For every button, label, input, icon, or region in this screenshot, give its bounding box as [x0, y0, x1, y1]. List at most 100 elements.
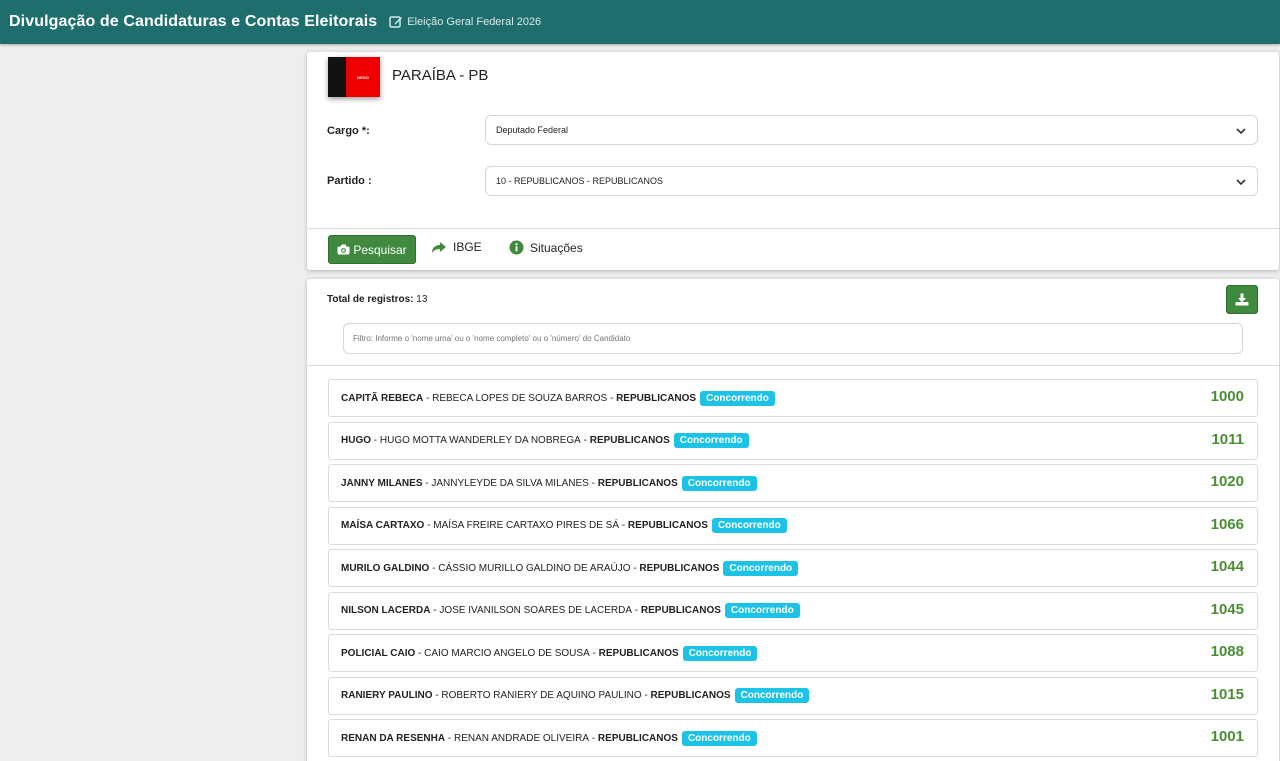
candidate-nick: RENAN DA RESENHA: [341, 732, 446, 744]
total-records: Total de registros: 13: [327, 294, 427, 305]
flag-text: NEGO: [357, 74, 369, 80]
candidate-number: 1001: [1210, 728, 1244, 745]
download-button[interactable]: [1226, 285, 1258, 314]
candidate-number: 1066: [1210, 515, 1244, 533]
edit-icon[interactable]: [389, 15, 403, 29]
ibge-link[interactable]: IBGE: [431, 240, 482, 254]
cargo-value: Deputado Federal: [496, 125, 569, 135]
candidate-nick: MURILO GALDINO: [341, 562, 430, 574]
total-label: Total de registros:: [327, 294, 414, 305]
candidate-full-name: HUGO MOTTA WANDERLEY DA NOBREGA: [379, 435, 581, 446]
separator: -: [371, 435, 380, 446]
status-badge: Concorrendo: [682, 645, 758, 661]
download-icon: [1235, 293, 1249, 306]
situacoes-link[interactable]: Situações: [509, 240, 583, 255]
status-badge: Concorrendo: [681, 475, 757, 491]
situacoes-label: Situações: [530, 240, 583, 255]
candidate-party: REPUBLICANOS: [597, 477, 678, 489]
separator: -: [432, 690, 442, 701]
separator: -: [422, 477, 432, 489]
candidate-number: 1000: [1210, 388, 1244, 405]
separator: -: [588, 477, 598, 489]
filter-input[interactable]: [343, 323, 1243, 354]
candidate-row[interactable]: NILSON LACERDA - JOSE IVANILSON SOARES D…: [328, 591, 1258, 630]
candidate-nick: NILSON LACERDA: [341, 605, 431, 616]
status-badge: Concorrendo: [711, 518, 787, 533]
separator: -: [630, 562, 640, 574]
separator: -: [589, 647, 599, 659]
status-badge: Concorrendo: [673, 433, 749, 448]
share-icon: [432, 241, 446, 253]
search-card: NEGO PARAÍBA - PB Cargo *: Deputado Fede…: [307, 52, 1279, 270]
status-badge: Concorrendo: [734, 688, 810, 703]
candidate-party: REPUBLICANOS: [616, 392, 697, 404]
state-title: PARAÍBA - PB: [392, 67, 489, 84]
candidate-nick: RANIERY PAULINO: [341, 690, 433, 701]
candidate-party: REPUBLICANOS: [589, 435, 670, 446]
candidate-party: REPUBLICANOS: [598, 647, 679, 659]
candidate-number: 1045: [1210, 600, 1244, 618]
candidate-row[interactable]: HUGO - HUGO MOTTA WANDERLEY DA NOBREGA -…: [328, 421, 1258, 460]
state-flag: NEGO: [328, 57, 380, 97]
separator: -: [641, 690, 651, 701]
candidate-nick: HUGO: [341, 435, 371, 446]
candidate-number: 1011: [1211, 430, 1244, 448]
separator: -: [619, 520, 628, 531]
candidate-party: REPUBLICANOS: [650, 690, 731, 701]
candidate-full-name: ROBERTO RANIERY DE AQUINO PAULINO: [441, 690, 642, 701]
status-badge: Concorrendo: [700, 390, 775, 406]
candidate-party: REPUBLICANOS: [640, 605, 721, 616]
divider: [307, 365, 1279, 366]
candidate-number: 1020: [1210, 473, 1244, 490]
election-name: Eleição Geral Federal 2026: [407, 16, 542, 28]
results-card: Total de registros: 13 CAPITÃ REBECA - R…: [307, 279, 1279, 761]
candidate-full-name: JANNYLEYDE DA SILVA MILANES: [431, 477, 589, 489]
candidate-party: REPUBLICANOS: [639, 562, 720, 574]
status-badge: Concorrendo: [723, 560, 799, 576]
candidate-full-name: JOSE IVANILSON SOARES DE LACERDA: [439, 605, 632, 616]
candidate-row[interactable]: JANNY MILANES - JANNYLEYDE DA SILVA MILA…: [328, 464, 1258, 502]
search-button-label: Pesquisar: [353, 242, 407, 257]
candidate-number: 1088: [1210, 643, 1244, 660]
partido-label: Partido :: [327, 175, 372, 187]
search-button[interactable]: Pesquisar: [328, 235, 416, 264]
candidate-list: CAPITÃ REBECA - REBECA LOPES DE SOUZA BA…: [328, 379, 1258, 761]
app-title: Divulgação de Candidaturas e Contas Elei…: [9, 13, 378, 30]
separator: -: [589, 732, 598, 744]
divider: [307, 228, 1279, 229]
candidate-party: REPUBLICANOS: [597, 732, 678, 744]
camera-icon: [337, 244, 350, 255]
separator: -: [424, 520, 434, 531]
candidate-row[interactable]: RANIERY PAULINO - ROBERTO RANIERY DE AQU…: [328, 676, 1258, 715]
candidate-nick: MAÍSA CARTAXO: [341, 520, 425, 531]
separator: -: [580, 435, 590, 446]
cargo-label: Cargo *:: [327, 125, 370, 137]
candidate-row[interactable]: RENAN DA RESENHA - RENAN ANDRADE OLIVEIR…: [328, 719, 1258, 757]
separator: -: [423, 392, 433, 404]
candidate-number: 1044: [1210, 558, 1244, 575]
candidate-number: 1015: [1210, 685, 1244, 703]
candidate-full-name: RENAN ANDRADE OLIVEIRA: [453, 732, 590, 744]
candidate-nick: CAPITÃ REBECA: [341, 392, 424, 404]
partido-select[interactable]: 10 - REPUBLICANOS - REPUBLICANOS: [485, 166, 1258, 196]
candidate-full-name: MAÍSA FREIRE CARTAXO PIRES DE SÁ: [433, 520, 620, 531]
candidate-nick: POLICIAL CAIO: [341, 647, 416, 659]
candidate-nick: JANNY MILANES: [341, 477, 423, 489]
separator: -: [429, 562, 439, 574]
candidate-party: REPUBLICANOS: [627, 520, 708, 531]
candidate-row[interactable]: MURILO GALDINO - CÁSSIO MURILLO GALDINO …: [328, 549, 1258, 587]
partido-value: 10 - REPUBLICANOS - REPUBLICANOS: [496, 176, 664, 186]
status-badge: Concorrendo: [724, 603, 800, 618]
candidate-full-name: CAIO MARCIO ANGELO DE SOUSA: [424, 647, 590, 659]
candidate-full-name: REBECA LOPES DE SOUZA BARROS: [432, 392, 608, 404]
candidate-row[interactable]: POLICIAL CAIO - CAIO MARCIO ANGELO DE SO…: [328, 634, 1258, 672]
candidate-row[interactable]: CAPITÃ REBECA - REBECA LOPES DE SOUZA BA…: [328, 379, 1258, 417]
separator: -: [632, 605, 641, 616]
separator: -: [415, 647, 425, 659]
chevron-down-icon: [1236, 179, 1246, 186]
info-icon: [509, 240, 524, 255]
separator: -: [607, 392, 617, 404]
ibge-label: IBGE: [453, 240, 482, 254]
cargo-select[interactable]: Deputado Federal: [485, 115, 1258, 145]
candidate-row[interactable]: MAÍSA CARTAXO - MAÍSA FREIRE CARTAXO PIR…: [328, 506, 1258, 545]
